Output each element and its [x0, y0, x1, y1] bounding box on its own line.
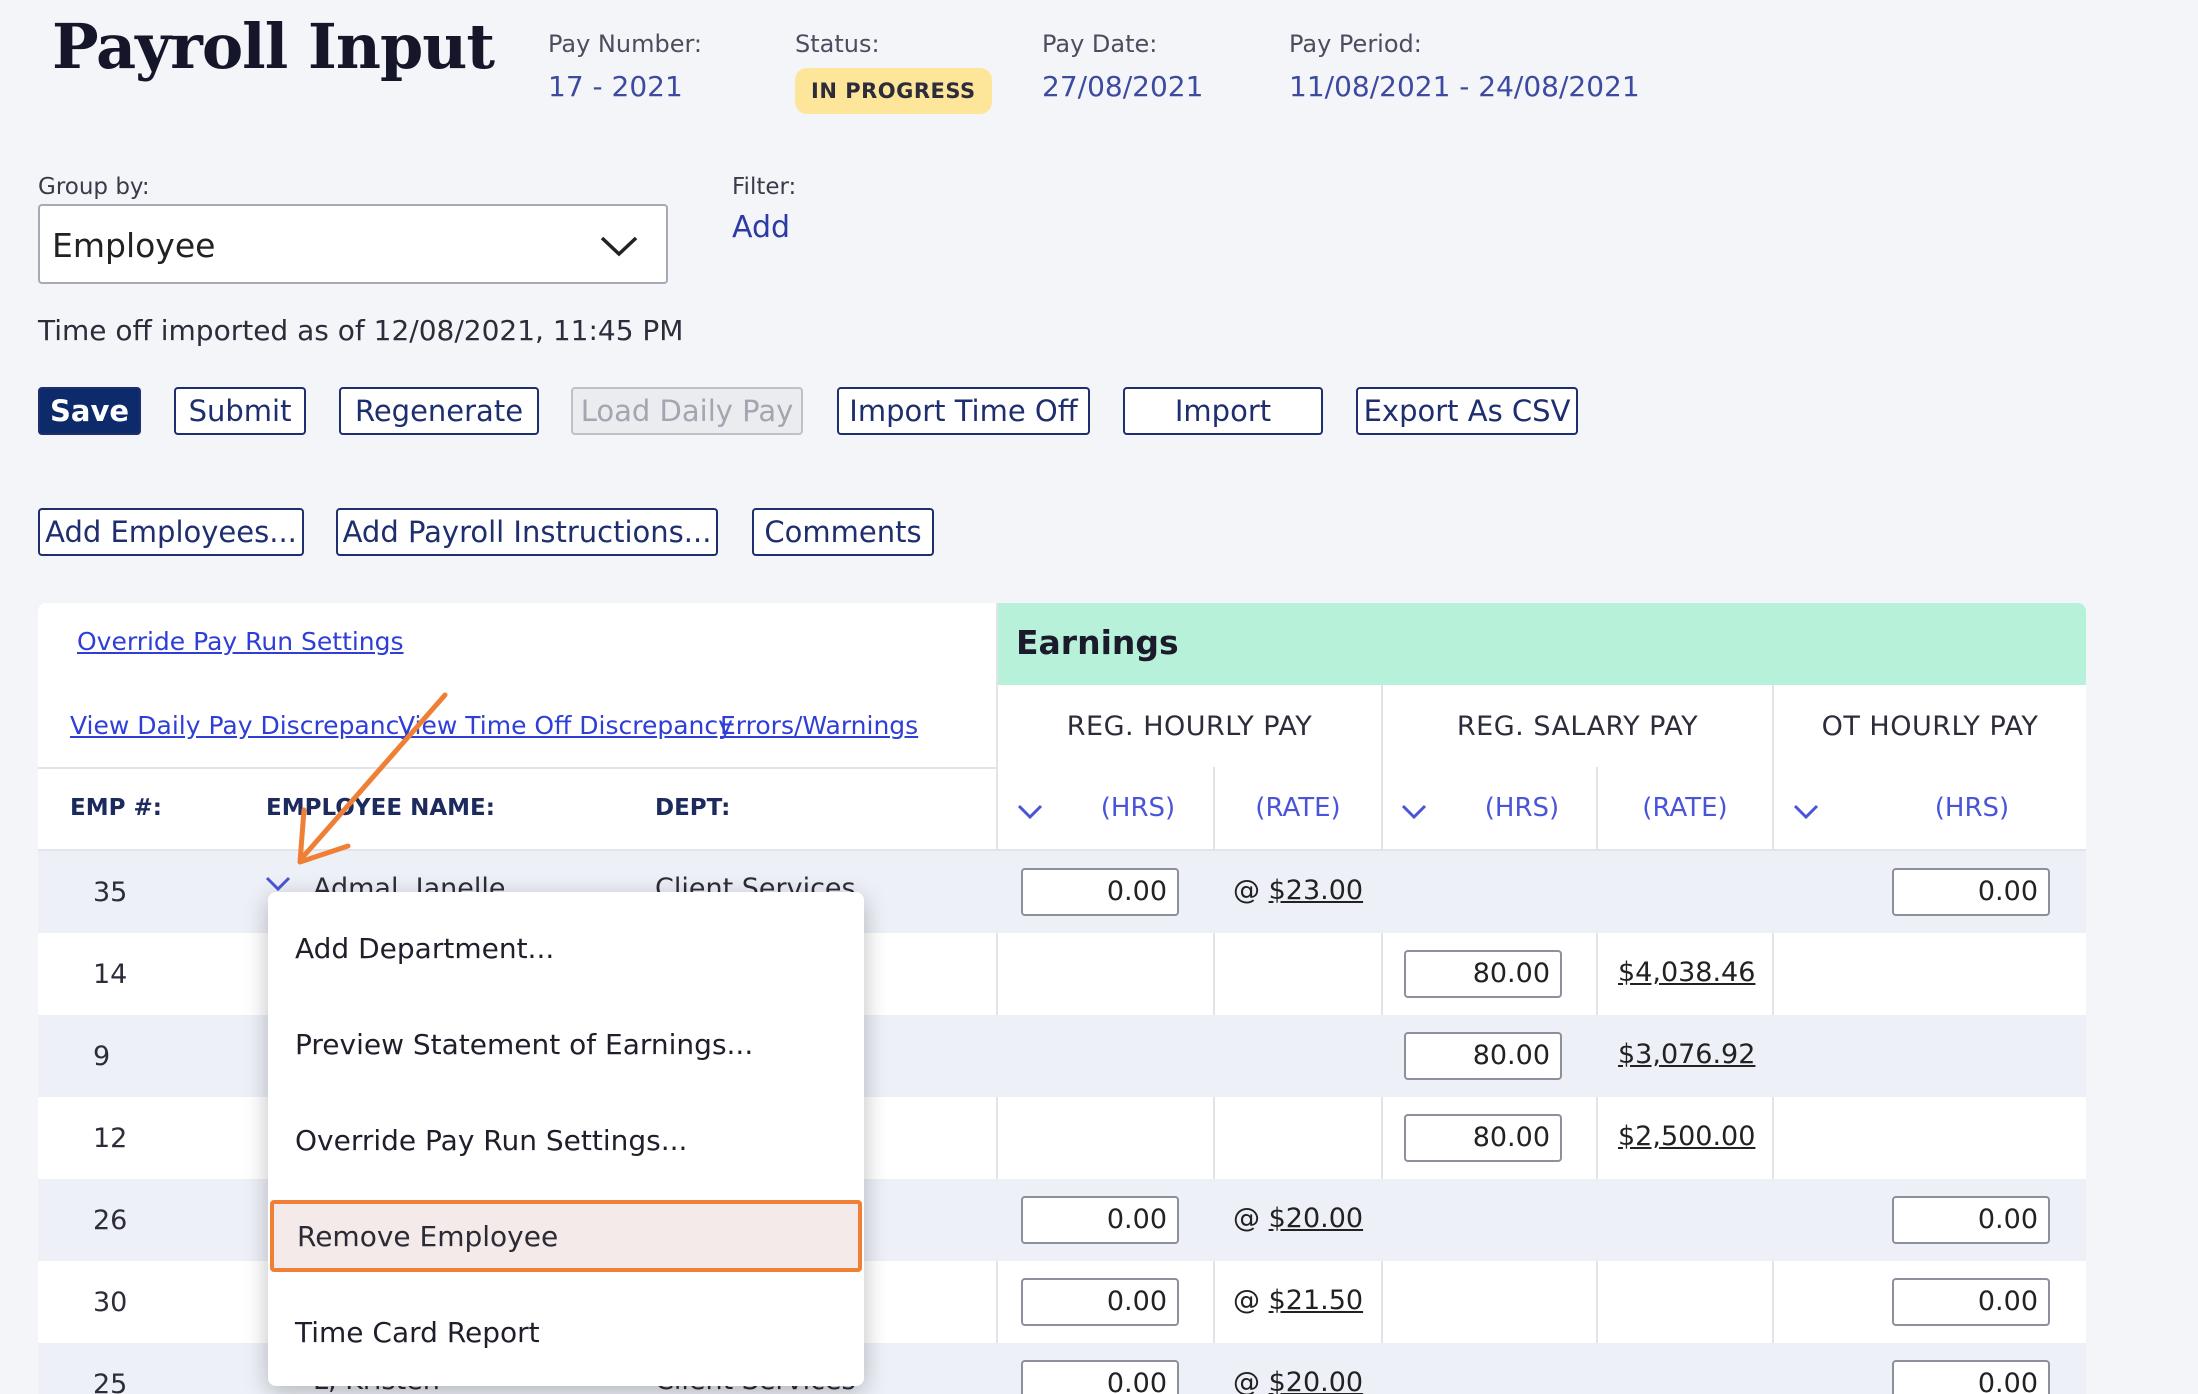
reg-salary-rate: $3,076.92 — [1618, 1039, 1755, 1070]
pay-period-block: Pay Period: 11/08/2021 - 24/08/2021 — [1289, 30, 1640, 103]
dept-header[interactable]: DEPT: — [655, 767, 730, 849]
reg-hourly-pay-header: REG. HOURLY PAY — [1066, 710, 1313, 742]
at-sign: @ — [1233, 1203, 1269, 1234]
load-daily-pay-button[interactable]: Load Daily Pay — [571, 387, 803, 435]
reg-salary-rate: $2,500.00 — [1618, 1121, 1755, 1152]
ot-hourly-hrs-input[interactable]: 0.00 — [1892, 868, 2050, 916]
rate-link[interactable]: $20.00 — [1269, 1367, 1363, 1394]
at-sign: @ — [1233, 1285, 1269, 1316]
import-time-off-button[interactable]: Import Time Off — [837, 387, 1090, 435]
menu-item-add-department[interactable]: Add Department... — [268, 912, 864, 984]
reg-hourly-hrs-input[interactable]: 0.00 — [1021, 868, 1179, 916]
emp-number: 26 — [93, 1205, 128, 1236]
pay-number-value: 17 - 2021 — [548, 70, 683, 103]
pay-period-label: Pay Period: — [1289, 30, 1422, 58]
reg-hourly-rate: @ $21.50 — [1233, 1285, 1363, 1316]
filter-label: Filter: — [732, 174, 797, 200]
emp-number: 12 — [93, 1123, 128, 1154]
filter-add-link[interactable]: Add — [732, 210, 790, 245]
status-block: Status: IN PROGRESS — [795, 30, 992, 114]
ot-hourly-hrs-input[interactable]: 0.00 — [1892, 1360, 2050, 1394]
pay-date-block: Pay Date: 27/08/2021 — [1042, 30, 1203, 103]
emp-number: 35 — [93, 877, 128, 908]
reg-hourly-rate: @ $20.00 — [1233, 1367, 1363, 1394]
ot-hourly-pay-header: OT HOURLY PAY — [1821, 710, 2039, 742]
reg-salary-hrs-input[interactable]: 80.00 — [1404, 950, 1562, 998]
rate-link[interactable]: $2,500.00 — [1618, 1121, 1755, 1152]
pay-number-block: Pay Number: 17 - 2021 — [548, 30, 702, 103]
rate-link[interactable]: $21.50 — [1269, 1285, 1363, 1316]
ot-hourly-hrs-input[interactable]: 0.00 — [1892, 1278, 2050, 1326]
at-sign: @ — [1233, 1367, 1269, 1394]
reg-hourly-rate: @ $23.00 — [1233, 875, 1363, 906]
menu-item-override-settings[interactable]: Override Pay Run Settings... — [268, 1104, 864, 1176]
status-badge: IN PROGRESS — [795, 68, 992, 114]
earnings-title: Earnings — [1016, 623, 1179, 662]
chevron-down-icon — [600, 236, 638, 257]
earnings-header: Earnings — [996, 603, 2086, 685]
reg-salary-rate-header: (RATE) — [1642, 793, 1728, 823]
reg-salary-hrs-header: (HRS) — [1484, 793, 1560, 823]
save-button[interactable]: Save — [38, 387, 141, 435]
reg-hourly-rate-header: (RATE) — [1255, 793, 1341, 823]
pay-date-value: 27/08/2021 — [1042, 70, 1204, 103]
rate-link[interactable]: $20.00 — [1269, 1203, 1363, 1234]
override-pay-run-link[interactable]: Override Pay Run Settings — [77, 627, 404, 656]
reg-salary-rate: $4,038.46 — [1618, 957, 1755, 988]
group-by-select[interactable]: Employee — [38, 204, 668, 284]
page-title: Payroll Input — [52, 10, 495, 83]
reg-hourly-hrs-input[interactable]: 0.00 — [1021, 1196, 1179, 1244]
ot-hourly-hrs-input[interactable]: 0.00 — [1892, 1196, 2050, 1244]
reg-salary-hrs-input[interactable]: 80.00 — [1404, 1114, 1562, 1162]
emp-number-header[interactable]: EMP #: — [70, 767, 162, 849]
add-employees-button[interactable]: Add Employees... — [38, 508, 304, 556]
chevron-down-icon[interactable] — [1016, 801, 1044, 821]
menu-item-time-card-report[interactable]: Time Card Report — [268, 1296, 864, 1368]
export-csv-button[interactable]: Export As CSV — [1356, 387, 1578, 435]
pay-period-value: 11/08/2021 - 24/08/2021 — [1289, 70, 1640, 103]
emp-number: 30 — [93, 1287, 128, 1318]
reg-salary-pay-header: REG. SALARY PAY — [1456, 710, 1699, 742]
menu-item-preview-statement[interactable]: Preview Statement of Earnings... — [268, 1008, 864, 1080]
rate-link[interactable]: $23.00 — [1269, 875, 1363, 906]
chevron-down-icon[interactable] — [1400, 801, 1428, 821]
reg-hourly-hrs-input[interactable]: 0.00 — [1021, 1278, 1179, 1326]
errors-warnings-link[interactable]: Errors/Warnings — [720, 711, 918, 740]
reg-hourly-rate: @ $20.00 — [1233, 1203, 1363, 1234]
pay-date-label: Pay Date: — [1042, 30, 1158, 58]
chevron-down-icon[interactable] — [1792, 801, 1820, 821]
rate-link[interactable]: $4,038.46 — [1618, 957, 1755, 988]
emp-number: 14 — [93, 959, 128, 990]
menu-item-remove-employee[interactable]: Remove Employee — [270, 1200, 862, 1272]
rate-link[interactable]: $3,076.92 — [1618, 1039, 1755, 1070]
divider — [38, 767, 996, 769]
status-label: Status: — [795, 30, 880, 58]
reg-hourly-hrs-input[interactable]: 0.00 — [1021, 1360, 1179, 1394]
reg-hourly-hrs-header: (HRS) — [1100, 793, 1176, 823]
add-payroll-instructions-button[interactable]: Add Payroll Instructions... — [336, 508, 718, 556]
annotation-arrow-icon — [297, 692, 448, 865]
import-button[interactable]: Import — [1123, 387, 1323, 435]
pay-number-label: Pay Number: — [548, 30, 703, 58]
regenerate-button[interactable]: Regenerate — [339, 387, 539, 435]
at-sign: @ — [1233, 875, 1269, 906]
emp-number: 25 — [93, 1369, 128, 1394]
time-off-note: Time off imported as of 12/08/2021, 11:4… — [38, 314, 684, 347]
ot-hourly-hrs-header: (HRS) — [1934, 793, 2010, 823]
group-by-value: Employee — [52, 226, 216, 265]
comments-button[interactable]: Comments — [752, 508, 934, 556]
emp-number: 9 — [93, 1041, 111, 1072]
submit-button[interactable]: Submit — [174, 387, 306, 435]
employee-context-menu: Add Department... Preview Statement of E… — [268, 892, 864, 1386]
reg-salary-hrs-input[interactable]: 80.00 — [1404, 1032, 1562, 1080]
group-by-label: Group by: — [38, 174, 150, 200]
